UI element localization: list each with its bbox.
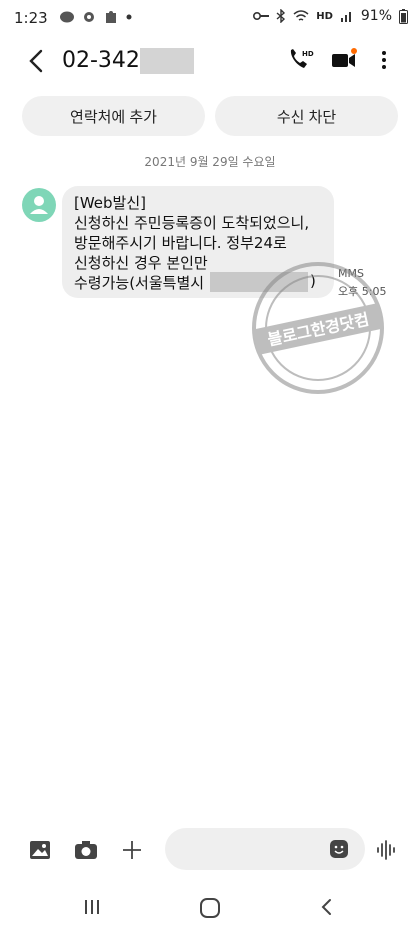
sticker-icon[interactable]: [329, 839, 349, 859]
person-icon: [30, 196, 48, 214]
message-line: [Web발신]: [74, 194, 147, 212]
redacted-number-block: [140, 48, 194, 74]
more-options-icon[interactable]: [378, 46, 390, 74]
signal-icon: [340, 12, 351, 22]
dot-icon: [126, 14, 132, 20]
bluetooth-icon: [276, 9, 286, 23]
message-line: 수령가능(서울특별시: [74, 274, 205, 292]
recent-apps-icon[interactable]: [82, 897, 102, 917]
camera-icon[interactable]: [74, 839, 98, 861]
status-time: 1:23: [14, 9, 48, 27]
key-icon: [253, 12, 270, 20]
watermark-text: 블로그한경닷컴: [266, 309, 371, 349]
battery-percent: 91%: [360, 8, 392, 24]
conversation-header: 02-3423 HD: [0, 36, 420, 86]
status-bar: 1:23 HD 91%: [0, 0, 420, 36]
message-line: 신청하신 경우 본인만: [74, 254, 208, 272]
home-icon[interactable]: [199, 897, 221, 919]
video-call-icon[interactable]: [330, 46, 358, 74]
nav-back-icon[interactable]: [318, 897, 336, 917]
hd-call-icon[interactable]: HD: [286, 46, 314, 74]
navigation-bar: [0, 883, 420, 933]
message-line: 방문해주시기 바랍니다. 정부24로: [74, 234, 287, 252]
back-arrow-icon[interactable]: [22, 46, 52, 76]
battery-icon: [399, 8, 408, 24]
sender-avatar[interactable]: [22, 188, 56, 222]
settings-icon: [84, 12, 94, 22]
puzzle-icon: [106, 11, 116, 23]
hd-voice-label: HD: [316, 10, 333, 22]
wifi-icon: [293, 10, 309, 21]
watermark-stamp: 블로그한경닷컴: [252, 262, 384, 394]
date-divider: 2021년 9월 29일 수요일: [144, 155, 276, 169]
voice-recorder-icon[interactable]: [375, 839, 397, 861]
talk-icon: [60, 11, 74, 23]
notification-icons: [60, 10, 132, 24]
system-icons: HD 91%: [253, 8, 408, 24]
add-icon[interactable]: [121, 839, 143, 861]
message-composer: [0, 828, 420, 874]
svg-text:HD: HD: [302, 50, 314, 58]
add-contact-button[interactable]: 연락처에 추가: [22, 96, 205, 136]
message-line: 신청하신 주민등록증이 도착되었으니,: [74, 214, 310, 232]
message-input[interactable]: [165, 828, 365, 870]
gallery-icon[interactable]: [29, 839, 51, 861]
block-number-button[interactable]: 수신 차단: [215, 96, 398, 136]
